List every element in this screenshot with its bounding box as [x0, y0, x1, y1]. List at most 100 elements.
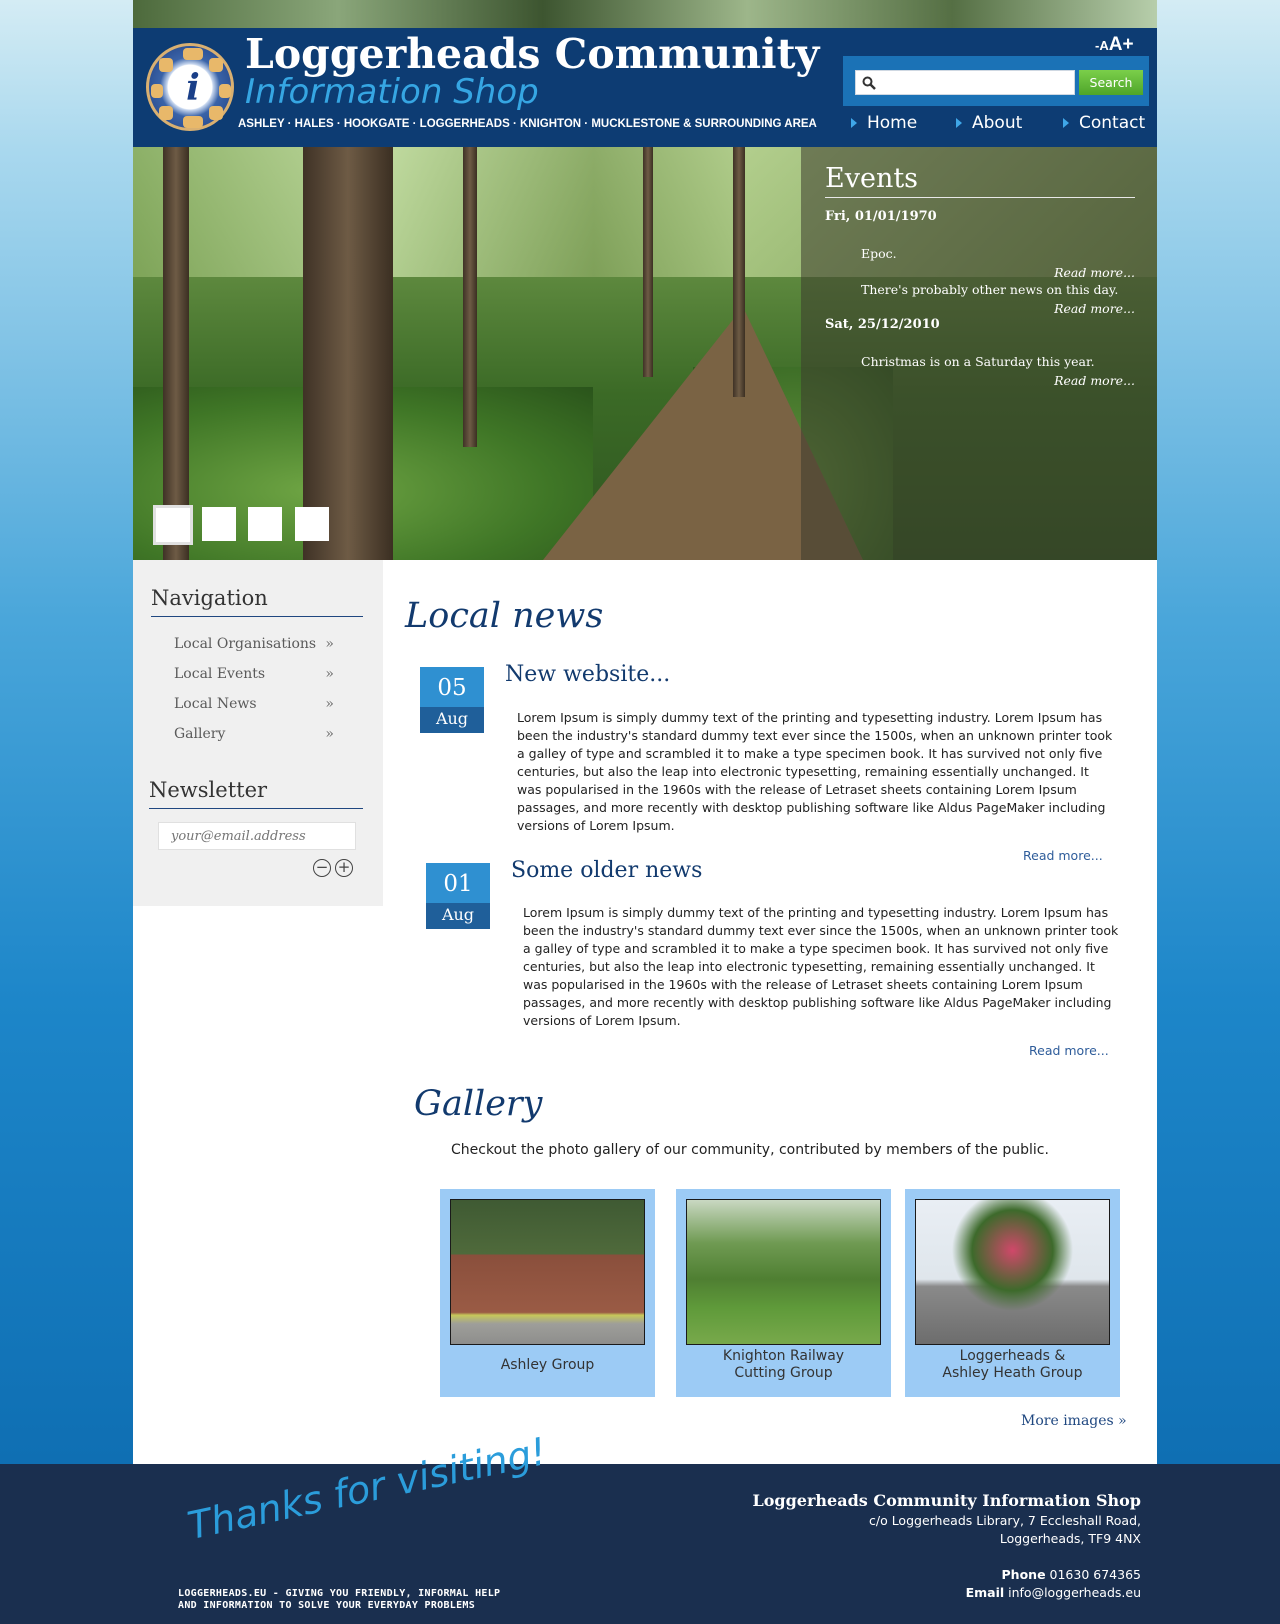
phone-label: Phone [1001, 1567, 1046, 1582]
phone-number[interactable]: 01630 674365 [1050, 1567, 1141, 1582]
newsletter-email-box [158, 822, 356, 850]
chevron-right-icon: » [325, 696, 334, 712]
gallery-heading: Gallery [414, 1084, 543, 1124]
slide-dot-3[interactable] [248, 507, 282, 541]
chevron-right-icon [851, 118, 857, 128]
gallery-intro: Checkout the photo gallery of our commun… [451, 1142, 1049, 1158]
gallery-thumbnail[interactable] [915, 1199, 1110, 1345]
sidebar-item-label: Local Organisations [174, 636, 317, 652]
chevron-right-icon: » [325, 726, 334, 742]
gallery-caption-line: Ashley Heath Group [942, 1365, 1083, 1381]
news-month: Aug [420, 707, 484, 733]
sidebar: Navigation Local Organisations » Local Ev… [133, 560, 383, 906]
gallery-caption: Knighton Railway Cutting Group [676, 1348, 891, 1382]
newsletter-email-input[interactable] [171, 823, 351, 849]
top-forest-strip [133, 0, 1157, 28]
events-heading: Events [825, 163, 919, 194]
subscribe-plus-icon[interactable]: + [335, 859, 353, 877]
sidebar-item-local-news[interactable]: Local News » [174, 696, 334, 712]
site-header: i Loggerheads Community Information Shop… [133, 28, 1157, 147]
gallery-caption: Ashley Group [500, 1357, 595, 1373]
events-panel: Events Fri, 01/01/1970 Epoc. Read more..… [801, 147, 1157, 560]
news-title[interactable]: Some older news [511, 858, 702, 883]
hero-image-tree [463, 147, 477, 447]
newsletter-heading: Newsletter [149, 778, 268, 802]
footer-org-name: Loggerheads Community Information Shop [752, 1491, 1141, 1510]
service-areas: ASHLEY · HALES · HOOKGATE · LOGGERHEADS … [238, 118, 817, 130]
email-address-link[interactable]: info@loggerheads.eu [1008, 1585, 1141, 1600]
sidebar-item-local-organisations[interactable]: Local Organisations » [174, 636, 334, 652]
main-content: Navigation Local Organisations » Local Ev… [133, 560, 1157, 1464]
nav-about-label: About [972, 113, 1023, 133]
sidebar-item-label: Local Events [174, 666, 266, 682]
nav-home[interactable]: Home [851, 113, 917, 133]
info-logo-icon[interactable]: i [146, 43, 234, 131]
hero-image-tree [303, 147, 393, 560]
event-text: Epoc. [861, 246, 897, 261]
footer-address-line: Loggerheads, TF9 4NX [999, 1531, 1141, 1546]
slide-dot-2[interactable] [202, 507, 236, 541]
search-icon [862, 76, 876, 90]
unsubscribe-minus-icon[interactable]: − [313, 859, 331, 877]
chevron-right-icon: » [325, 636, 334, 652]
footer-tagline: LOGGERHEADS.EU - GIVING YOU FRIENDLY, IN… [178, 1588, 500, 1612]
search-field [855, 70, 1075, 95]
gallery-caption-line: Knighton Railway [722, 1348, 845, 1364]
event-date: Sat, 25/12/2010 [825, 317, 940, 332]
event-read-more-link[interactable]: Read more... [1054, 265, 1135, 280]
navigation-divider [151, 616, 363, 617]
news-body: Lorem Ipsum is simply dummy text of the … [523, 905, 1119, 1028]
footer-tagline-line: LOGGERHEADS.EU - GIVING YOU FRIENDLY, IN… [178, 1588, 501, 1599]
navigation-heading: Navigation [151, 586, 268, 610]
event-read-more-link[interactable]: Read more... [1054, 373, 1135, 388]
gallery-card[interactable]: Knighton Railway Cutting Group [676, 1189, 891, 1397]
sidebar-item-label: Gallery [174, 726, 226, 742]
gallery-caption: Loggerheads & Ashley Heath Group [905, 1348, 1120, 1382]
news-title[interactable]: New website... [505, 662, 670, 687]
search-input[interactable] [880, 71, 1070, 94]
nav-home-label: Home [867, 113, 918, 133]
gallery-caption-line: Loggerheads & [959, 1348, 1066, 1364]
news-body: Lorem Ipsum is simply dummy text of the … [517, 710, 1113, 833]
decrease-font-button[interactable]: -A [1095, 38, 1109, 53]
gallery-thumbnail[interactable] [450, 1199, 645, 1345]
increase-font-button[interactable]: A+ [1109, 34, 1134, 55]
gallery-card[interactable]: Ashley Group [440, 1189, 655, 1397]
search-button[interactable]: Search [1079, 70, 1143, 95]
chevron-right-icon [1063, 118, 1069, 128]
sidebar-item-gallery[interactable]: Gallery » [174, 726, 334, 742]
footer-tagline-line: AND INFORMATION TO SOLVE YOUR EVERYDAY P… [178, 1600, 476, 1611]
hero-image-tree [733, 147, 745, 397]
sidebar-item-local-events[interactable]: Local Events » [174, 666, 334, 682]
font-size-controls: -AA+ [1095, 34, 1134, 56]
news-day: 05 [420, 667, 484, 707]
news-read-more-link[interactable]: Read more... [1023, 848, 1103, 863]
news-read-more-link[interactable]: Read more... [1029, 1043, 1109, 1058]
hero-image-tree [643, 147, 653, 377]
newsletter-divider [149, 808, 363, 809]
top-navigation: Home About Contact [843, 113, 1153, 137]
event-text: Christmas is on a Saturday this year. [861, 354, 1095, 369]
email-label: Email [965, 1585, 1005, 1600]
gallery-card[interactable]: Loggerheads & Ashley Heath Group [905, 1189, 1120, 1397]
nav-contact[interactable]: Contact [1063, 113, 1145, 133]
slide-dot-1[interactable] [153, 505, 193, 545]
page: i Loggerheads Community Information Shop… [133, 0, 1157, 1464]
news-month: Aug [426, 903, 490, 929]
footer-phone: Phone 01630 674365 [752, 1566, 1141, 1584]
search-box: Search [843, 56, 1149, 106]
news-date-badge: 05 Aug [420, 667, 484, 733]
event-date: Fri, 01/01/1970 [825, 209, 937, 224]
events-divider [825, 197, 1135, 198]
event-text: There's probably other news on this day. [861, 282, 1119, 297]
news-date-badge: 01 Aug [426, 863, 490, 929]
gallery-thumbnail[interactable] [686, 1199, 881, 1345]
nav-about[interactable]: About [956, 113, 1022, 133]
slide-dot-4[interactable] [295, 507, 329, 541]
site-title[interactable]: Loggerheads Community [245, 30, 819, 78]
footer-address-line: c/o Loggerheads Library, 7 Eccleshall Ro… [868, 1513, 1141, 1528]
more-images-link[interactable]: More images » [1021, 1413, 1127, 1429]
hero-image-tree [163, 147, 189, 560]
event-read-more-link[interactable]: Read more... [1054, 301, 1135, 316]
chevron-right-icon [956, 118, 962, 128]
